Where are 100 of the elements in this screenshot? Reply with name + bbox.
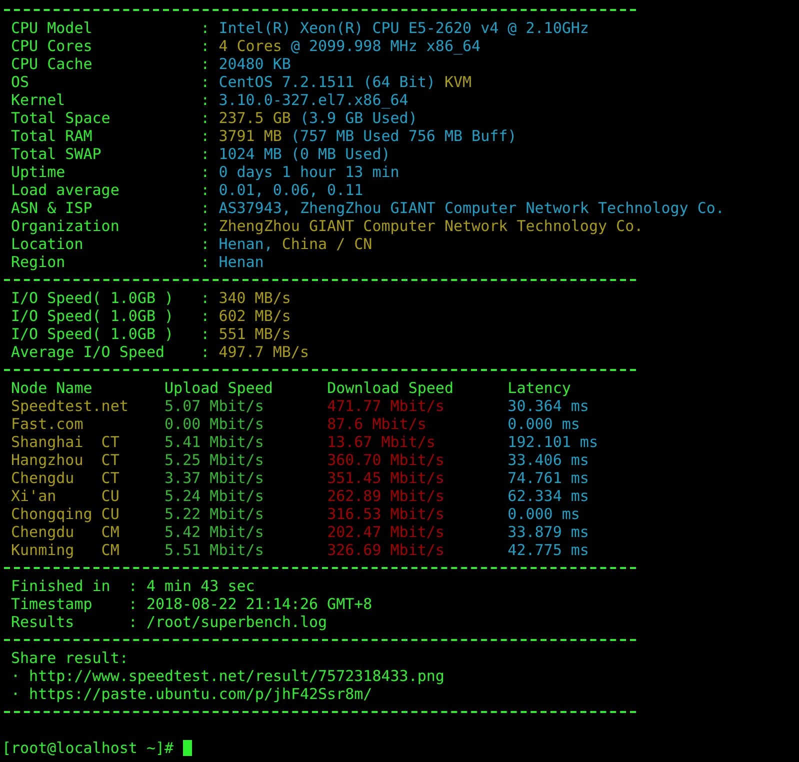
link[interactable]: https://paste.ubuntu.com/p/jhF42Ssr8m/ (29, 685, 372, 703)
separator: : (200, 91, 211, 109)
info-value: 237.5 GB (3.9 GB Used) (218, 109, 418, 127)
column-header: Node Name (11, 379, 94, 397)
table-cell-text: Hangzhou (11, 451, 84, 469)
separator: : (128, 595, 138, 613)
table-cell: 5.24 Mbit/s (164, 487, 264, 505)
info-label: Load average (11, 181, 120, 199)
info-value: 551 MB/s (218, 325, 291, 343)
table-cell: 5.41 Mbit/s (164, 433, 264, 451)
info-label: Timestamp (11, 595, 94, 613)
table-cell-text: Shanghai (11, 433, 84, 451)
info-label: Uptime (11, 163, 66, 181)
info-label: Total SWAP (11, 145, 102, 163)
info-label: CPU Cores (11, 37, 94, 55)
separator: : (200, 217, 211, 235)
info-value: AS37943, ZhengZhou GIANT Computer Network Technology Co. (218, 199, 724, 217)
table-cell: 33.406 ms (508, 451, 589, 469)
cursor (182, 740, 192, 756)
info-value: 2018-08-22 21:14:26 GMT+8 (146, 595, 372, 613)
info-label: Average I/O Speed (11, 343, 166, 361)
info-label: OS (11, 73, 30, 91)
table-cell: 74.761 ms (508, 469, 589, 487)
table-cell: 5.51 Mbit/s (164, 541, 264, 559)
table-cell: 326.69 Mbit/s (327, 541, 444, 559)
info-label: I/O Speed( 1.0GB ) (11, 307, 175, 325)
table-cell: CM (101, 523, 120, 541)
table-cell: 5.07 Mbit/s (164, 397, 264, 415)
table-cell-text: Chengdu (11, 469, 76, 487)
info-label: Finished in (11, 577, 112, 595)
info-label: CPU Cache (11, 55, 94, 73)
info-label: CPU Model (11, 19, 94, 37)
info-value: 4 min 43 sec (146, 577, 255, 595)
table-cell-text: Xi'an (11, 487, 58, 505)
separator: : (200, 37, 211, 55)
separator: : (200, 19, 211, 37)
info-label: I/O Speed( 1.0GB ) (11, 325, 175, 343)
info-value: Henan (218, 253, 264, 271)
table-cell: 5.25 Mbit/s (164, 451, 264, 469)
table-cell: Speedtest.net (11, 397, 128, 415)
info-label: Organization (11, 217, 120, 235)
separator: : (200, 73, 211, 91)
info-label: ASN & ISP (11, 199, 94, 217)
table-cell: 33.879 ms (508, 523, 589, 541)
table-cell: 471.77 Mbit/s (327, 397, 444, 415)
table-cell: Fast.com (11, 415, 84, 433)
separator: : (200, 127, 211, 145)
table-cell: 0.000 ms (508, 415, 580, 433)
info-value: CentOS 7.2.1511 (64 Bit) KVM (218, 73, 472, 91)
column-header: Latency (508, 379, 571, 397)
table-cell: 62.334 ms (508, 487, 589, 505)
info-value: 3.10.0-327.el7.x86_64 (218, 91, 408, 109)
table-cell: CT (101, 469, 120, 487)
table-cell: CU (101, 487, 120, 505)
separator: : (200, 55, 211, 73)
table-cell: 262.89 Mbit/s (327, 487, 444, 505)
bullet: · (11, 685, 22, 703)
table-cell-text: Kunming (11, 541, 76, 559)
table-cell: 192.101 ms (508, 433, 598, 451)
table-cell: 351.45 Mbit/s (327, 469, 444, 487)
info-label: Location (11, 235, 84, 253)
info-value: Intel(R) Xeon(R) CPU E5-2620 v4 @ 2.10GHz (218, 19, 589, 37)
table-cell: 5.42 Mbit/s (164, 523, 264, 541)
info-label: Results (11, 613, 76, 631)
table-cell: 316.53 Mbit/s (327, 505, 444, 523)
table-cell: CM (101, 541, 120, 559)
info-value: /root/superbench.log (146, 613, 328, 631)
column-header: Upload Speed (164, 379, 274, 397)
separator: : (200, 163, 211, 181)
column-header: Download Speed (327, 379, 454, 397)
info-value: 602 MB/s (218, 307, 291, 325)
table-cell-text: Chongqing (11, 505, 94, 523)
info-value: 340 MB/s (218, 289, 291, 307)
link[interactable]: http://www.speedtest.net/result/7572318433.png (29, 667, 444, 685)
table-cell: 360.70 Mbit/s (327, 451, 444, 469)
separator: : (200, 289, 211, 307)
separator: : (200, 307, 211, 325)
info-value: 497.7 MB/s (218, 343, 309, 361)
table-cell: 87.6 Mbit/s (327, 415, 426, 433)
info-label: I/O Speed( 1.0GB ) (11, 289, 175, 307)
info-label: Total RAM (11, 127, 94, 145)
separator: : (200, 253, 211, 271)
table-cell: 0.00 Mbit/s (164, 415, 264, 433)
table-cell: CU (101, 505, 120, 523)
info-value: 1024 MB (0 MB Used) (218, 145, 390, 163)
separator: : (200, 235, 211, 253)
table-cell-text: Chengdu (11, 523, 76, 541)
separator: : (128, 577, 138, 595)
separator: : (200, 145, 211, 163)
info-value: ZhengZhou GIANT Computer Network Technology Co. (218, 217, 644, 235)
table-cell: 42.775 ms (508, 541, 589, 559)
bullet: · (11, 667, 22, 685)
separator: : (128, 613, 138, 631)
table-cell: CT (101, 433, 120, 451)
separator: : (200, 181, 211, 199)
table-cell: 5.22 Mbit/s (164, 505, 264, 523)
info-label: Total Space (11, 109, 112, 127)
info-value: 4 Cores @ 2099.998 MHz x86_64 (218, 37, 481, 55)
shell-prompt: [root@localhost ~]# (2, 739, 174, 757)
separator: : (200, 325, 211, 343)
